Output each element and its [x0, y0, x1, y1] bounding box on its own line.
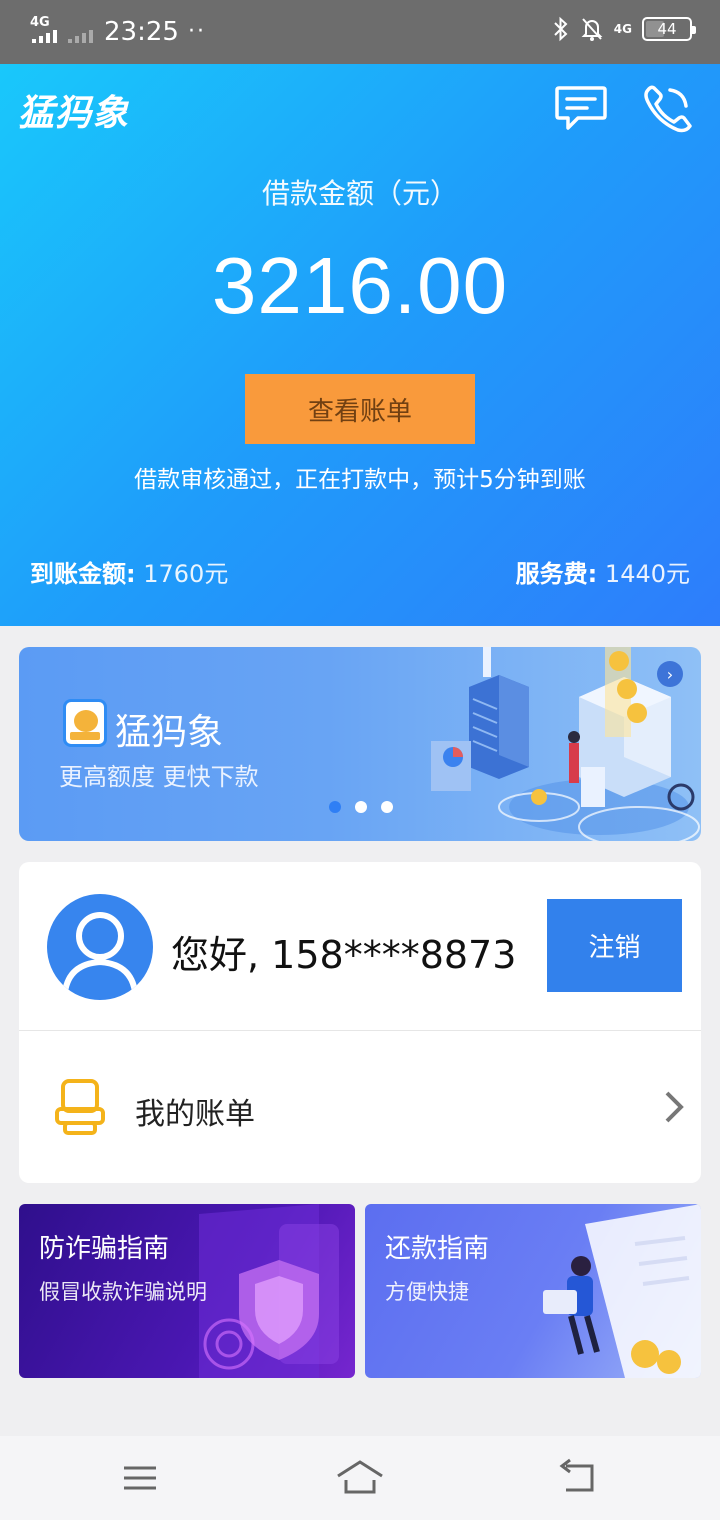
phone-icon[interactable]	[640, 84, 694, 134]
app-logo: 猛犸象	[18, 93, 130, 134]
page-dot[interactable]	[381, 801, 393, 813]
loan-hero: 猛犸象 借款金额（元） 3216.00 查看账单 借款审核通过，正在打款中，预计…	[0, 64, 720, 626]
home-icon[interactable]	[336, 1458, 384, 1498]
repayment-guide-subtitle: 方便快捷	[385, 1280, 469, 1304]
bluetooth-icon	[554, 16, 568, 42]
repayment-guide-card[interactable]: 还款指南 方便快捷	[365, 1204, 701, 1378]
clock: 23:25	[104, 17, 179, 47]
view-bill-button[interactable]: 查看账单	[245, 374, 475, 444]
anti-fraud-title: 防诈骗指南	[39, 1234, 170, 1264]
anti-fraud-card[interactable]: 防诈骗指南 假冒收款诈骗说明	[19, 1204, 355, 1378]
received-value: 1760元	[143, 560, 229, 588]
notification-dots: ··	[188, 19, 206, 44]
user-card: 您好, 158****8873 注销 我的账单	[19, 862, 701, 1183]
banner-subtitle: 更高额度 更快下款	[59, 763, 259, 791]
signal-2-icon	[68, 30, 93, 43]
user-icon	[62, 912, 138, 993]
banner-next-icon[interactable]: ›	[657, 661, 683, 687]
chevron-right-icon	[665, 1091, 684, 1123]
banner-pagination	[329, 801, 393, 813]
signal-icon	[32, 30, 57, 43]
status-right: 4G 44	[552, 16, 696, 42]
back-icon[interactable]	[556, 1458, 604, 1498]
my-bill-label: 我的账单	[135, 1097, 255, 1132]
person-laptop-illustration	[543, 1204, 701, 1378]
system-nav-bar	[0, 1436, 720, 1520]
mute-bell-icon	[581, 18, 603, 41]
loan-status-text: 借款审核通过，正在打款中，预计5分钟到账	[134, 467, 586, 493]
loan-amount-label: 借款金额（元）	[261, 177, 458, 210]
fee-label: 服务费:	[515, 560, 598, 588]
my-bill-row[interactable]: 我的账单	[19, 1031, 701, 1183]
avatar[interactable]	[47, 894, 153, 1000]
page-dot[interactable]	[329, 801, 341, 813]
menu-icon[interactable]	[116, 1458, 164, 1498]
printer-icon	[55, 1079, 105, 1135]
received-amount: 到账金额: 1760元	[30, 554, 228, 589]
page-dot[interactable]	[355, 801, 367, 813]
logout-button[interactable]: 注销	[547, 899, 682, 992]
battery-level: 44	[657, 20, 677, 38]
anti-fraud-subtitle: 假冒收款诈骗说明	[39, 1280, 207, 1304]
promo-banner[interactable]: 猛犸象 更高额度 更快下款 ›	[19, 647, 701, 841]
app-icon	[63, 699, 107, 747]
received-label: 到账金额:	[30, 560, 136, 588]
loan-amount: 3216.00	[211, 241, 509, 330]
message-icon[interactable]	[554, 84, 608, 134]
network-type: 4G	[30, 15, 50, 30]
service-fee: 服务费: 1440元	[516, 554, 690, 589]
banner-title: 猛犸象	[115, 712, 224, 753]
network-type-right: 4G	[613, 22, 632, 36]
user-greeting: 您好, 158****8873	[171, 933, 517, 977]
battery-icon: 44	[642, 17, 696, 41]
fee-value: 1440元	[604, 560, 690, 588]
repayment-guide-title: 还款指南	[385, 1234, 490, 1264]
status-bar: 4G 23:25 ·· 4G 44	[0, 0, 720, 64]
